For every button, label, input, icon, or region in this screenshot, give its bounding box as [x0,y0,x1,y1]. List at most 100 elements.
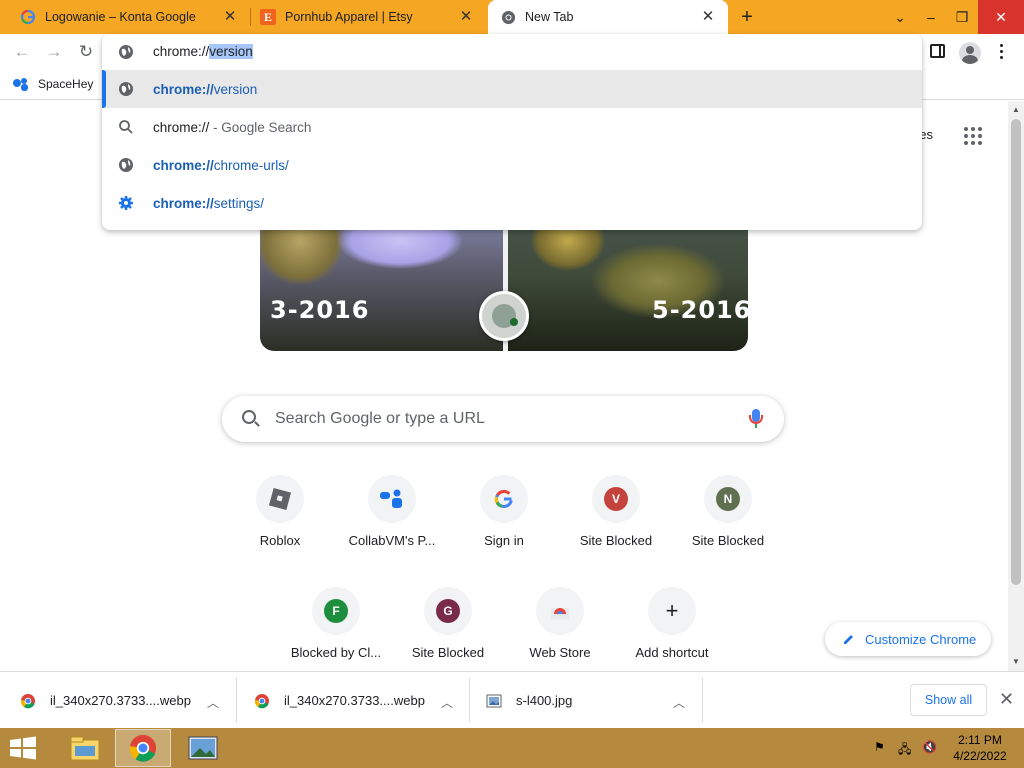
omnibox-input[interactable]: chrome://version [102,34,922,70]
shortcut-icon-circle [480,475,528,523]
letter-v-icon: V [604,487,628,511]
restore-icon[interactable]: ❐ [946,0,978,34]
suggestion-rest: settings/ [213,195,265,211]
download-item[interactable]: s-l400.jpg [486,672,572,729]
tab-title: Pornhub Apparel | Etsy [285,10,413,24]
network-icon[interactable]: 🖧 [898,740,911,761]
download-filename: il_340x270.3733....webp [50,693,191,708]
shortcut-label: Site Blocked [579,533,653,548]
photo-viewer-icon [188,736,218,760]
shortcut-tile-web-store[interactable]: Web Store [504,587,616,671]
folder-icon [70,736,100,761]
omnibox-dropdown: chrome://version chrome://version chrome… [102,34,922,230]
tab-new-tab[interactable]: New Tab ✕ [488,0,728,34]
tab-close-icon[interactable]: ✕ [458,9,474,25]
globe-icon [119,158,133,172]
doodle-globe-slider-icon[interactable] [479,291,529,341]
tab-google-login[interactable]: Logowanie – Konta Google ✕ [0,0,250,34]
spacehey-icon [12,77,30,91]
tab-strip: Logowanie – Konta Google ✕ E Pornhub App… [0,0,1024,34]
page-scrollbar[interactable]: ▲ ▼ [1008,101,1024,671]
letter-g-icon: G [436,599,460,623]
back-arrow-icon[interactable]: ← [10,40,34,64]
clock-date: 4/22/2022 [953,749,1007,763]
google-g-icon [20,9,36,25]
close-icon[interactable]: ✕ [999,689,1014,710]
add-plus-icon: + [665,598,679,623]
google-apps-grid-icon[interactable] [964,127,982,145]
suggestion-rest: - Google Search [209,119,312,135]
shortcut-icon-circle [536,587,584,635]
shortcut-tile-site-blocked-n[interactable]: N Site Blocked [672,475,784,575]
volume-muted-icon[interactable]: 🔇 [922,740,937,754]
shortcut-tile-roblox[interactable]: Roblox [224,475,336,575]
chevron-up-icon[interactable]: ︿ [673,694,685,710]
ntp-search-box[interactable]: Search Google or type a URL [222,396,784,442]
show-all-button[interactable]: Show all [910,684,987,716]
chevron-up-icon[interactable]: ︿ [441,694,453,710]
omnibox-suggestion[interactable]: chrome:// - Google Search [102,108,922,146]
window-close-icon[interactable]: ✕ [978,0,1024,34]
clock-time: 2:11 PM [958,733,1002,747]
shortcut-icon-circle: V [592,475,640,523]
customize-chrome-button[interactable]: Customize Chrome [825,622,991,656]
shortcut-label: Sign in [484,533,524,548]
bookmark-spacehey[interactable]: SpaceHey [12,77,93,91]
shortcut-icon-circle: + [648,587,696,635]
shortcut-tile-add[interactable]: + Add shortcut [616,587,728,671]
new-tab-plus-icon[interactable]: + [736,6,758,28]
photo-viewer-taskbar-button[interactable] [175,729,231,767]
scroll-thumb[interactable] [1011,119,1021,585]
tab-search-chevron-icon[interactable]: ⌄ [884,0,916,34]
action-center-flag-icon[interactable]: ⚑ [874,740,885,754]
download-item[interactable]: il_340x270.3733....webp [20,672,191,729]
suggestion-rest: chrome-urls/ [213,157,289,173]
scroll-up-arrow-icon[interactable]: ▲ [1012,105,1020,114]
chevron-up-icon[interactable]: ︿ [207,694,219,710]
download-shelf: il_340x270.3733....webp ︿ il_340x270.373… [0,671,1024,728]
search-placeholder: Search Google or type a URL [275,410,485,427]
minimize-icon[interactable]: – [915,0,947,34]
scroll-down-arrow-icon[interactable]: ▼ [1012,657,1020,666]
tab-title: Logowanie – Konta Google [45,10,196,24]
chrome-icon [129,734,157,762]
suggestion-match: chrome:// [153,157,214,173]
side-panel-icon[interactable] [930,44,945,58]
shortcut-icon-circle [256,475,304,523]
windows-start-icon[interactable] [8,736,38,760]
suggestion-rest: version [213,81,258,97]
tab-etsy[interactable]: E Pornhub Apparel | Etsy ✕ [250,0,486,34]
image-file-icon [486,694,502,707]
shortcut-label: Site Blocked [691,533,765,548]
search-icon [119,120,133,134]
shortcut-tile-blocked-f[interactable]: F Blocked by Cl... [280,587,392,671]
profile-avatar-icon[interactable] [959,42,981,64]
chrome-taskbar-button[interactable] [115,729,171,767]
shortcut-label: CollabVM's P... [348,533,436,548]
download-item[interactable]: il_340x270.3733....webp [254,672,425,729]
shortcut-tile-site-blocked-g[interactable]: G Site Blocked [392,587,504,671]
tab-close-icon[interactable]: ✕ [700,9,716,25]
file-explorer-taskbar-button[interactable] [57,729,113,767]
shortcut-icon-circle [368,475,416,523]
taskbar-clock[interactable]: 2:11 PM 4/22/2022 [950,732,1010,764]
gear-icon [119,196,133,210]
shortcut-tile-site-blocked-v[interactable]: V Site Blocked [560,475,672,575]
letter-f-icon: F [324,599,348,623]
microphone-icon[interactable] [749,409,763,428]
omnibox-suggestion[interactable]: chrome://chrome-urls/ [102,146,922,184]
doodle-right-label: 5-2016 [652,296,752,324]
shortcut-label: Add shortcut [635,645,709,660]
tab-close-icon[interactable]: ✕ [222,9,238,25]
shortcut-tile-sign-in[interactable]: Sign in [448,475,560,575]
menu-kebab-icon[interactable] [998,44,1006,62]
shortcut-tile-collabvm[interactable]: CollabVM's P... [336,475,448,575]
forward-arrow-icon[interactable]: → [42,40,66,64]
suggestion-match: chrome:// [153,81,214,97]
reload-icon[interactable]: ↻ [74,40,98,64]
omnibox-suggestion[interactable]: chrome://version [102,70,922,108]
divider [236,678,237,722]
shortcut-label: Blocked by Cl... [290,645,382,660]
omnibox-suggestion[interactable]: chrome://settings/ [102,184,922,222]
shortcut-label: Roblox [259,533,301,548]
